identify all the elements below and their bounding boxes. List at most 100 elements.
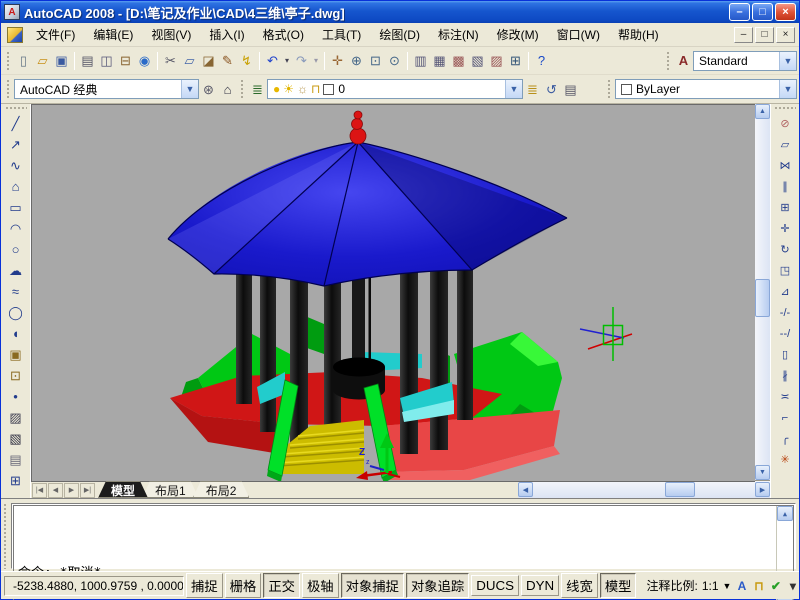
toolbar-grip[interactable] (6, 51, 11, 71)
spline-button[interactable]: ≈ (5, 281, 27, 302)
menu-window[interactable]: 窗口(W) (548, 23, 609, 46)
make-block-button[interactable]: ⊡ (5, 365, 27, 386)
cut-button[interactable]: ✂ (161, 51, 180, 71)
tab-last-button[interactable]: ▶| (80, 483, 95, 498)
tab-layout1[interactable]: 布局1 (142, 481, 199, 498)
layers-toolbar-grip[interactable] (240, 79, 245, 99)
block-editor-button[interactable]: ↯ (237, 51, 256, 71)
stretch-button[interactable]: ⊿ (774, 281, 796, 302)
tab-prev-button[interactable]: ◀ (48, 483, 63, 498)
scroll-up-icon[interactable]: ▲ (755, 104, 770, 119)
close-button[interactable]: × (775, 3, 796, 21)
tab-layout2[interactable]: 布局2 (193, 481, 250, 498)
array-button[interactable]: ⊞ (774, 197, 796, 218)
menu-draw[interactable]: 绘图(D) (370, 23, 429, 46)
chevron-down-icon[interactable]: ▼ (779, 80, 796, 98)
ellipse-button[interactable]: ◯ (5, 302, 27, 323)
tab-model[interactable]: 模型 (98, 481, 148, 498)
styles-toolbar-grip[interactable] (666, 51, 671, 71)
pan-button[interactable]: ✛ (328, 51, 347, 71)
move-button[interactable]: ✛ (774, 218, 796, 239)
circle-button[interactable]: ○ (5, 239, 27, 260)
horizontal-scroll-thumb[interactable] (665, 482, 695, 497)
otrack-toggle[interactable]: 对象追踪 (406, 573, 469, 598)
maximize-button[interactable]: □ (752, 3, 773, 21)
extend-button[interactable]: --/ (774, 323, 796, 344)
offset-button[interactable]: ∥ (774, 176, 796, 197)
drawing-canvas[interactable]: Z z (31, 104, 755, 482)
redo-button[interactable]: ↷ (292, 51, 311, 71)
chevron-down-icon[interactable]: ▼ (505, 80, 522, 98)
line-button[interactable]: ╱ (5, 113, 27, 134)
text-style-combo[interactable]: Standard ▼ (693, 51, 797, 71)
undo-button[interactable]: ↶ (263, 51, 282, 71)
point-button[interactable]: • (5, 386, 27, 407)
model-toggle[interactable]: 模型 (600, 573, 637, 598)
properties-toolbar-grip[interactable] (607, 79, 612, 99)
text-style-manager-button[interactable]: A (674, 51, 693, 71)
scroll-left-icon[interactable]: ◀ (518, 482, 533, 497)
scroll-up-icon[interactable]: ▲ (777, 506, 793, 521)
quickcalc-button[interactable]: ⊞ (506, 51, 525, 71)
doc-minimize-button[interactable]: – (734, 27, 753, 43)
trim-button[interactable]: -/- (774, 302, 796, 323)
annotation-visibility-icon[interactable]: A (733, 577, 750, 595)
polygon-button[interactable]: ⌂ (5, 176, 27, 197)
polar-toggle[interactable]: 极轴 (302, 573, 339, 598)
grid-toggle[interactable]: 栅格 (225, 573, 262, 598)
draw-toolbar-grip[interactable] (5, 106, 27, 111)
layer-states-button[interactable]: ▤ (561, 79, 580, 99)
layer-previous-button[interactable]: ↺ (542, 79, 561, 99)
menu-edit[interactable]: 编辑(E) (84, 23, 142, 46)
break-at-point-button[interactable]: ▯ (774, 344, 796, 365)
doc-restore-button[interactable]: □ (755, 27, 774, 43)
layer-properties-manager-button[interactable]: ≣ (248, 79, 267, 99)
menu-help[interactable]: 帮助(H) (609, 23, 668, 46)
table-button[interactable]: ⊞ (5, 470, 27, 491)
modify-toolbar-grip[interactable] (774, 106, 796, 111)
insert-block-button[interactable]: ▣ (5, 344, 27, 365)
hatch-button[interactable]: ▨ (5, 407, 27, 428)
mirror-button[interactable]: ⋈ (774, 155, 796, 176)
tab-next-button[interactable]: ▶ (64, 483, 79, 498)
minimize-button[interactable]: – (729, 3, 750, 21)
menu-modify[interactable]: 修改(M) (488, 23, 548, 46)
workspace-combo[interactable]: AutoCAD 经典 ▼ (14, 79, 199, 99)
layer-combo[interactable]: ●☀☼⊓ 0 ▼ (267, 79, 523, 99)
ellipse-arc-button[interactable]: ◖ (5, 323, 27, 344)
plot-preview-button[interactable]: ◫ (97, 51, 116, 71)
publish-button[interactable]: ⊟ (116, 51, 135, 71)
status-menu-arrow-icon[interactable]: ▾ (784, 577, 800, 595)
doc-close-button[interactable]: × (776, 27, 795, 43)
copy-button[interactable]: ▱ (180, 51, 199, 71)
markup-set-manager-button[interactable]: ▨ (487, 51, 506, 71)
horizontal-scrollbar[interactable]: ◀ ▶ (518, 481, 770, 498)
workspaces-toolbar-grip[interactable] (6, 79, 11, 99)
annotation-scale-control[interactable]: 注释比例: 1:1 ▼ (646, 577, 731, 594)
arc-button[interactable]: ◠ (5, 218, 27, 239)
gradient-button[interactable]: ▧ (5, 428, 27, 449)
region-button[interactable]: ▤ (5, 449, 27, 470)
match-properties-button[interactable]: ✎ (218, 51, 237, 71)
chevron-down-icon[interactable]: ▼ (723, 581, 732, 591)
zoom-realtime-button[interactable]: ⊕ (347, 51, 366, 71)
plot-button[interactable]: ▤ (78, 51, 97, 71)
vertical-scroll-thumb[interactable] (755, 279, 770, 317)
properties-button[interactable]: ▥ (411, 51, 430, 71)
trusted-dwg-icon[interactable]: ✔ (767, 577, 784, 595)
zoom-window-button[interactable]: ⊡ (366, 51, 385, 71)
lineweight-toggle[interactable]: 线宽 (561, 573, 598, 598)
chevron-down-icon[interactable]: ▼ (181, 80, 198, 98)
fillet-button[interactable]: ╭ (774, 428, 796, 449)
make-object-layer-current-button[interactable]: ≣ (523, 79, 542, 99)
tab-first-button[interactable]: |◀ (32, 483, 47, 498)
chamfer-button[interactable]: ⌐ (774, 407, 796, 428)
break-button[interactable]: ∦ (774, 365, 796, 386)
ducs-toggle[interactable]: DUCS (471, 575, 519, 596)
ortho-toggle[interactable]: 正交 (263, 573, 300, 598)
construction-line-button[interactable]: ↗ (5, 134, 27, 155)
revision-cloud-button[interactable]: ☁ (5, 260, 27, 281)
rectangle-button[interactable]: ▭ (5, 197, 27, 218)
join-button[interactable]: ≍ (774, 386, 796, 407)
scroll-down-icon[interactable]: ▼ (755, 465, 770, 480)
